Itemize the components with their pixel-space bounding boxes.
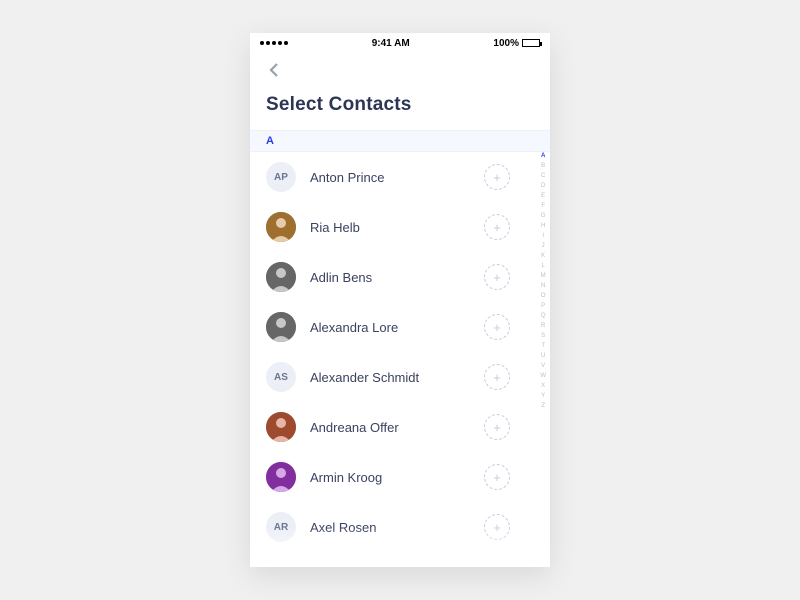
contact-name: Ria Helb — [310, 220, 470, 235]
alpha-index-letter[interactable]: U — [541, 351, 545, 361]
signal-dots-icon — [260, 41, 288, 45]
add-contact-button[interactable]: + — [484, 214, 510, 240]
alpha-index-letter[interactable]: Q — [541, 311, 546, 321]
status-time: 9:41 AM — [372, 38, 410, 49]
alpha-index-letter[interactable]: E — [541, 191, 545, 201]
alpha-index-letter[interactable]: Y — [541, 391, 545, 401]
alpha-index-letter[interactable]: B — [541, 161, 545, 171]
contact-row[interactable]: Andreana Offer + — [250, 402, 526, 452]
alpha-index-letter[interactable]: V — [541, 361, 545, 371]
alpha-index-letter[interactable]: M — [541, 271, 546, 281]
battery-icon — [522, 39, 540, 47]
alpha-index-letter[interactable]: C — [541, 171, 545, 181]
avatar-photo — [266, 412, 296, 442]
contact-name: Armin Kroog — [310, 470, 470, 485]
avatar-initials: AP — [266, 162, 296, 192]
contact-list[interactable]: APAnton Prince+Ria Helb+Adlin Bens+Alexa… — [250, 152, 550, 567]
alpha-index-letter[interactable]: R — [541, 321, 545, 331]
contact-name: Adlin Bens — [310, 270, 470, 285]
avatar-initials: AR — [266, 512, 296, 542]
alpha-index-letter[interactable]: X — [541, 381, 545, 391]
header: Select Contacts — [250, 53, 550, 130]
alpha-index-letter[interactable]: G — [541, 211, 546, 221]
alpha-index[interactable]: ABCDEFGHIJKLMNOPQRSTUVWXYZ — [540, 151, 546, 411]
alpha-index-letter[interactable]: N — [541, 281, 545, 291]
alpha-index-letter[interactable]: S — [541, 331, 545, 341]
alpha-index-letter[interactable]: J — [542, 241, 545, 251]
alpha-index-letter[interactable]: F — [541, 201, 545, 211]
add-contact-button[interactable]: + — [484, 264, 510, 290]
contact-row[interactable]: Alexandra Lore + — [250, 302, 526, 352]
alpha-index-letter[interactable]: W — [540, 371, 546, 381]
battery-percent: 100% — [493, 38, 519, 49]
section-header: A — [250, 130, 550, 152]
add-contact-button[interactable]: + — [484, 414, 510, 440]
contact-row[interactable]: AS Alexander Schmidt + — [250, 352, 526, 402]
contact-name: Alexander Schmidt — [310, 370, 470, 385]
contact-name: Anton Prince — [310, 170, 470, 185]
alpha-index-letter[interactable]: T — [541, 341, 545, 351]
alpha-index-letter[interactable]: D — [541, 181, 545, 191]
alpha-index-letter[interactable]: Z — [541, 401, 545, 411]
contact-name: Alexandra Lore — [310, 320, 470, 335]
add-contact-button[interactable]: + — [484, 314, 510, 340]
alpha-index-letter[interactable]: H — [541, 221, 545, 231]
alpha-index-letter[interactable]: L — [541, 261, 544, 271]
contact-row[interactable]: Ria Helb + — [250, 202, 526, 252]
contact-name: Axel Rosen — [310, 520, 470, 535]
avatar-initials: AS — [266, 362, 296, 392]
avatar-photo — [266, 212, 296, 242]
alpha-index-letter[interactable]: I — [542, 231, 544, 241]
contact-row[interactable]: AP Anton Prince + — [250, 152, 526, 202]
alpha-index-letter[interactable]: K — [541, 251, 545, 261]
add-contact-button[interactable]: + — [484, 514, 510, 540]
alpha-index-letter[interactable]: P — [541, 301, 545, 311]
avatar-photo — [266, 262, 296, 292]
contact-row[interactable]: AR Axel Rosen + — [250, 502, 526, 552]
avatar-photo — [266, 312, 296, 342]
add-contact-button[interactable]: + — [484, 164, 510, 190]
add-contact-button[interactable]: + — [484, 464, 510, 490]
contact-row[interactable]: Adlin Bens + — [250, 252, 526, 302]
alpha-index-letter[interactable]: A — [541, 151, 545, 161]
contact-row[interactable]: Armin Kroog + — [250, 452, 526, 502]
status-bar: 9:41 AM 100% — [250, 33, 550, 53]
battery-indicator: 100% — [493, 38, 540, 49]
phone-frame: 9:41 AM 100% Select Contacts A APAnton P… — [250, 33, 550, 567]
chevron-left-icon — [266, 61, 284, 79]
contact-name: Andreana Offer — [310, 420, 470, 435]
alpha-index-letter[interactable]: O — [541, 291, 546, 301]
add-contact-button[interactable]: + — [484, 364, 510, 390]
back-button[interactable] — [266, 61, 284, 79]
avatar-photo — [266, 462, 296, 492]
page-title: Select Contacts — [266, 94, 534, 116]
